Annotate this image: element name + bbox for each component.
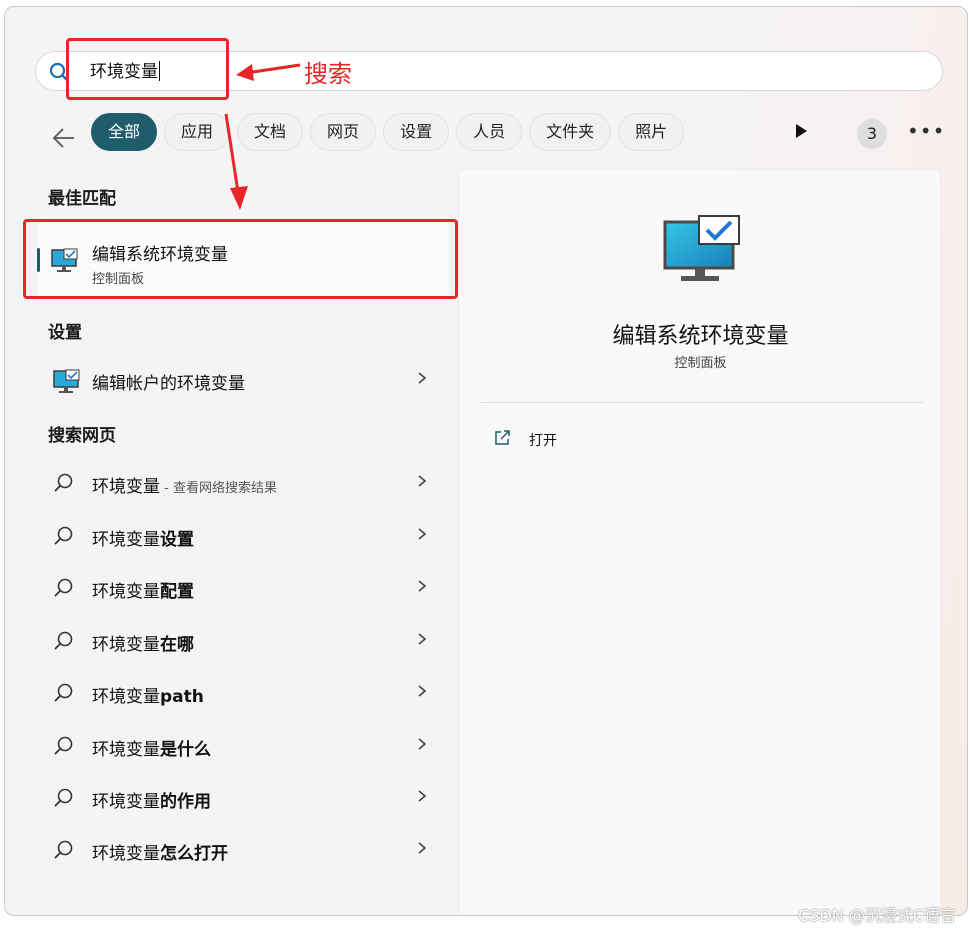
open-label: 打开 <box>529 433 557 449</box>
chip-photos[interactable]: 照片 <box>618 113 685 151</box>
search-icon <box>54 683 73 702</box>
preview-divider <box>481 402 923 403</box>
search-query-text: 环境变量 <box>90 61 160 82</box>
chip-folders[interactable]: 文件夹 <box>529 113 612 151</box>
chevron-right-icon <box>418 475 427 487</box>
chevron-right-icon <box>418 685 427 697</box>
web-suggestion-item[interactable]: 环境变量设置 <box>37 513 437 559</box>
chevron-right-icon <box>418 790 427 802</box>
chevron-right-icon <box>418 580 427 592</box>
search-icon <box>54 631 73 650</box>
search-icon <box>54 526 73 545</box>
filter-chips: 全部 应用 文档 网页 设置 人员 文件夹 照片 <box>91 113 685 151</box>
settings-item-account-env-vars[interactable]: 编辑帐户的环境变量 <box>37 357 437 403</box>
web-suggestion-label: 环境变量怎么打开 <box>92 844 228 864</box>
preview-title: 编辑系统环境变量 <box>612 324 789 349</box>
web-suggestion-label: 环境变量配置 <box>92 582 194 602</box>
preview-panel: 编辑系统环境变量 控制面板 打开 <box>458 169 941 915</box>
text-caret <box>159 61 160 81</box>
search-icon <box>49 62 69 82</box>
start-search-window: 环境变量 全部 应用 文档 网页 设置 人员 文件夹 照片 3 ••• 最佳匹配… <box>4 6 968 916</box>
system-settings-monitor-icon <box>663 215 740 281</box>
chevron-right-icon <box>418 372 427 384</box>
chip-settings[interactable]: 设置 <box>383 113 450 151</box>
chip-people[interactable]: 人员 <box>456 113 523 151</box>
chevron-right-icon <box>418 842 427 854</box>
open-external-icon <box>495 430 510 445</box>
best-match-item[interactable]: 编辑系统环境变量 控制面板 <box>37 222 449 298</box>
search-icon <box>54 788 73 807</box>
search-icon <box>54 473 73 492</box>
web-suggestion-item[interactable]: 环境变量path <box>37 670 437 716</box>
web-search-item[interactable]: 环境变量 - 查看网络搜索结果 <box>37 460 437 506</box>
best-match-heading: 最佳匹配 <box>48 189 116 209</box>
selection-indicator <box>37 248 40 272</box>
chevron-right-icon <box>418 528 427 540</box>
web-suggestion-label: 环境变量在哪 <box>92 635 194 655</box>
annotation-label: 搜索 <box>304 60 352 88</box>
chip-apps[interactable]: 应用 <box>164 113 231 151</box>
chip-web[interactable]: 网页 <box>310 113 377 151</box>
chip-documents[interactable]: 文档 <box>237 113 304 151</box>
watermark: CSDN @沉浸式C语言 <box>798 906 956 925</box>
back-arrow-icon[interactable] <box>51 125 77 151</box>
chevron-right-icon <box>418 738 427 750</box>
web-suggestion-label: 环境变量设置 <box>92 530 194 550</box>
web-suggestion-label: 环境变量是什么 <box>92 740 211 760</box>
web-suggestion-label: 环境变量的作用 <box>92 792 211 812</box>
system-settings-monitor-icon <box>51 248 78 272</box>
web-search-heading: 搜索网页 <box>48 426 116 446</box>
search-icon <box>54 736 73 755</box>
web-suggestion-item[interactable]: 环境变量在哪 <box>37 618 437 664</box>
preview-subtitle: 控制面板 <box>674 356 727 371</box>
chip-all[interactable]: 全部 <box>91 113 158 151</box>
web-suggestion-label: 环境变量path <box>92 687 204 707</box>
web-suggestion-item[interactable]: 环境变量配置 <box>37 565 437 611</box>
web-suggestion-item[interactable]: 环境变量的作用 <box>37 775 437 821</box>
search-icon <box>54 578 73 597</box>
web-suggestion-item[interactable]: 环境变量是什么 <box>37 723 437 769</box>
count-badge[interactable]: 3 <box>857 119 887 149</box>
more-options-icon[interactable]: ••• <box>907 119 945 143</box>
search-input[interactable]: 环境变量 <box>35 51 943 91</box>
system-settings-monitor-icon <box>53 369 80 393</box>
web-suggestion-item[interactable]: 环境变量怎么打开 <box>37 827 437 873</box>
search-icon <box>54 840 73 859</box>
best-match-subtitle: 控制面板 <box>92 272 145 287</box>
settings-heading: 设置 <box>48 323 82 343</box>
settings-item-label: 编辑帐户的环境变量 <box>92 374 245 394</box>
best-match-title: 编辑系统环境变量 <box>92 245 228 265</box>
play-icon[interactable] <box>793 122 809 140</box>
web-search-label: 环境变量 - 查看网络搜索结果 <box>92 477 277 497</box>
chevron-right-icon <box>418 633 427 645</box>
